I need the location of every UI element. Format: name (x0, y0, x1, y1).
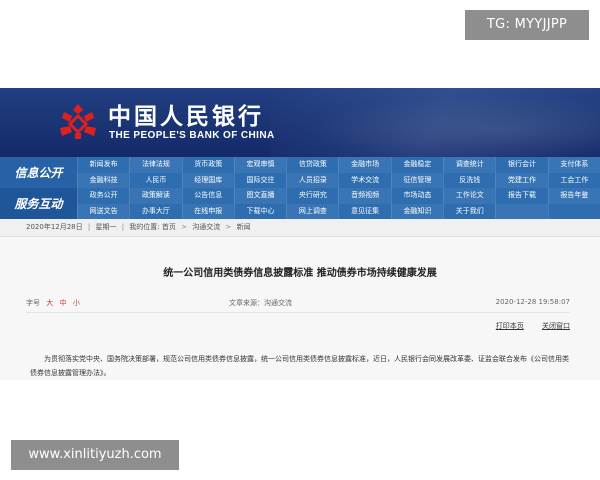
nav-item[interactable]: 金融知识 (390, 203, 444, 219)
brand-name-cn: 中国人民银行 (108, 103, 264, 130)
nav-band-service: 服务互动 (0, 188, 77, 219)
nav-item[interactable]: 网送文告 (77, 203, 130, 219)
breadcrumb-separator: | (87, 223, 91, 231)
nav-item[interactable]: 支付体系 (547, 157, 600, 173)
article-timestamp: 2020-12-28 19:58:07 (495, 298, 570, 306)
article-title: 统一公司信用类债券信息披露标准 推动债券市场持续健康发展 (163, 268, 437, 279)
nav-item[interactable]: 征信管理 (390, 172, 444, 188)
nav-item[interactable]: 关于我们 (443, 203, 495, 219)
nav-item[interactable]: 音频视频 (338, 188, 391, 204)
nav-item[interactable]: 经理国库 (181, 172, 234, 188)
article-area: 统一公司信用类债券信息披露标准 推动债券市场持续健康发展 字号 大 中 小 文章… (0, 237, 600, 380)
breadcrumb-home-link[interactable]: 首页 (162, 223, 176, 231)
nav-item[interactable]: 下载中心 (233, 203, 286, 219)
nav-item[interactable]: 金融市场 (338, 157, 391, 173)
nav-item[interactable]: 金融科技 (77, 172, 130, 188)
nav-item[interactable]: 新闻发布 (77, 157, 129, 173)
close-window-link[interactable]: 关闭窗口 (542, 322, 570, 330)
breadcrumb-separator: > (225, 223, 232, 231)
nav-item[interactable]: 金融稳定 (390, 157, 443, 173)
breadcrumb-separator: > (181, 223, 187, 231)
nav-item[interactable]: 市场动态 (390, 188, 443, 204)
nav-item[interactable]: 工会工作 (547, 172, 600, 188)
nav-item[interactable]: 法律法规 (129, 157, 182, 173)
watermark-top: TG: MYYJJPP (465, 10, 589, 40)
nav-item[interactable]: 党建工作 (495, 172, 548, 188)
nav-item[interactable]: 人员招录 (286, 172, 339, 188)
article-source: 文章来源：沟通交流 (229, 299, 292, 307)
nav-item[interactable]: 学术交流 (338, 172, 390, 188)
nav-item[interactable]: 央行研究 (286, 188, 338, 204)
nav-item[interactable]: 反洗钱 (443, 172, 495, 188)
pboc-website: 中国人民银行 THE PEOPLE'S BANK OF CHINA 信息公开 服… (0, 88, 600, 380)
nav-band-info: 信息公开 (0, 157, 77, 188)
article-meta: 字号 大 中 小 文章来源：沟通交流 2020-12-28 19:58:07 (26, 298, 570, 310)
nav-item[interactable]: 宏观审慎 (233, 157, 287, 173)
header-banner: 中国人民银行 THE PEOPLE'S BANK OF CHINA (0, 88, 600, 157)
font-small-button[interactable]: 小 (73, 299, 80, 307)
nav-band-service-label: 服务互动 (14, 197, 63, 211)
nav-item[interactable]: 公告信息 (181, 188, 234, 204)
pboc-emblem-icon (60, 104, 96, 139)
nav-item[interactable]: 工作论文 (443, 188, 496, 204)
breadcrumb-date: 2020年12月28日 (26, 223, 83, 231)
nav-item[interactable]: 银行会计 (495, 157, 547, 173)
nav-item[interactable]: 网上调查 (286, 203, 339, 219)
nav-grid: 新闻发布 法律法规 货币政策 宏观审慎 信贷政策 金融市场 金融稳定 调查统计 … (77, 157, 600, 219)
nav-item[interactable]: 办事大厅 (129, 203, 181, 219)
nav-item[interactable]: 意见征集 (338, 203, 390, 219)
divider (26, 312, 570, 313)
article-body: 为贯彻落实党中央、国务院决策部署，规范公司信用类债券信息披露，统一公司信用类债券… (30, 355, 569, 377)
brand-name-en: THE PEOPLE'S BANK OF CHINA (109, 130, 275, 141)
breadcrumb-position-label: 我的位置: (129, 223, 160, 231)
breadcrumb-level-1-link[interactable]: 沟通交流 (192, 223, 220, 231)
print-page-link[interactable]: 打印本页 (496, 322, 524, 330)
watermark-bottom: www.xinlitiyuzh.com (11, 440, 179, 470)
nav-item[interactable]: 政策解读 (129, 188, 182, 204)
breadcrumb-weekday: 星期一 (95, 223, 117, 231)
nav-item[interactable]: 信贷政策 (286, 157, 338, 173)
nav-item[interactable]: 人民币 (129, 172, 181, 188)
main-nav: 信息公开 服务互动 新闻发布 法律法规 货币政策 宏观审慎 信贷政策 金融市场 … (0, 157, 600, 219)
nav-item[interactable]: 报告下载 (495, 188, 547, 204)
breadcrumb: 2020年12月28日 | 星期一 | 我的位置: 首页 > 沟通交流 > 新闻 (0, 219, 600, 237)
font-medium-button[interactable]: 中 (59, 299, 66, 307)
article-actions: 打印本页 关闭窗口 (480, 321, 570, 331)
nav-empty-cell (495, 203, 548, 219)
font-large-button[interactable]: 大 (46, 299, 53, 307)
nav-item[interactable]: 报告年鉴 (547, 188, 600, 204)
nav-band-info-label: 信息公开 (14, 166, 63, 180)
nav-item[interactable]: 国际交往 (233, 172, 286, 188)
nav-item[interactable]: 调查统计 (443, 157, 496, 173)
nav-item[interactable]: 图文直播 (233, 188, 287, 204)
nav-item[interactable]: 货币政策 (181, 157, 234, 173)
breadcrumb-separator: | (121, 223, 125, 231)
font-size-controls: 字号 大 中 小 (26, 298, 80, 308)
nav-empty-cell (547, 203, 600, 219)
font-size-label: 字号 (26, 299, 40, 307)
breadcrumb-level-2-link[interactable]: 新闻 (237, 223, 251, 231)
nav-item[interactable]: 在线申报 (181, 203, 234, 219)
nav-item[interactable]: 政务公开 (77, 188, 129, 204)
